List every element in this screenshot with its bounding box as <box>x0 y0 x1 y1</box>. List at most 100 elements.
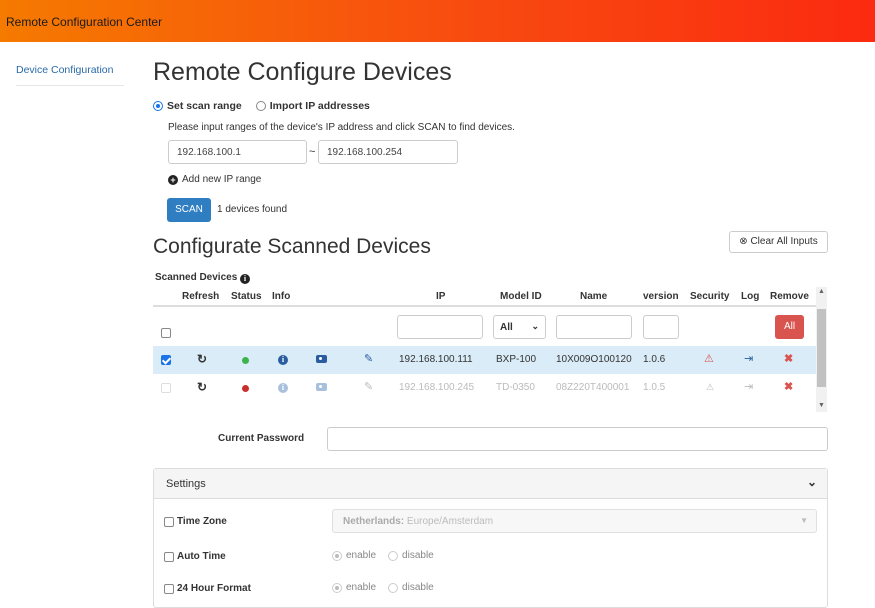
security-warning-icon[interactable]: ⚠ <box>706 382 714 393</box>
select-all-checkbox[interactable] <box>161 328 171 338</box>
time-zone-row: Time Zone <box>164 516 227 527</box>
info-circle-icon[interactable]: i <box>278 354 288 365</box>
col-security: Security <box>690 291 730 302</box>
hour24-label: 24 Hour Format <box>177 583 251 594</box>
scroll-down-arrow-icon[interactable]: ▼ <box>818 402 825 409</box>
time-zone-checkbox[interactable] <box>164 516 174 527</box>
devices-found-text: 1 devices found <box>217 204 288 215</box>
log-icon[interactable]: ⇥ <box>744 380 753 393</box>
row-checkbox[interactable] <box>161 383 171 393</box>
table-row[interactable]: ↻ i ✎ 192.168.100.245 TD-0350 08Z220T400… <box>153 374 816 402</box>
edit-icon[interactable]: ✎ <box>364 380 373 393</box>
radio-set-scan-range[interactable] <box>153 101 163 111</box>
model-filter-value: All <box>500 322 513 333</box>
chevron-down-icon: ▼ <box>800 516 808 525</box>
hour24-enable-label: enable <box>346 582 377 593</box>
col-model-id: Model ID <box>500 291 542 302</box>
auto-time-row: Auto Time <box>164 551 226 562</box>
table-row[interactable]: ↻ i ✎ 192.168.100.111 BXP-100 10X009O100… <box>153 346 816 374</box>
sidebar-item-device-configuration[interactable]: Device Configuration <box>16 64 124 86</box>
scroll-up-arrow-icon[interactable]: ▲ <box>818 288 825 295</box>
settings-panel-header[interactable]: Settings ⌄ <box>154 469 827 499</box>
time-zone-value: Europe/Amsterdam <box>406 516 494 527</box>
auto-time-label: Auto Time <box>177 551 226 562</box>
auto-time-checkbox[interactable] <box>164 551 174 562</box>
row-model: BXP-100 <box>496 354 537 365</box>
row-name: 08Z220T400001 <box>556 382 630 393</box>
x-circle-icon: ⊗ <box>739 236 748 247</box>
page-title: Remote Configure Devices <box>153 58 452 86</box>
scanned-devices-label: Scanned Devices i <box>155 272 251 284</box>
camera-icon[interactable] <box>316 355 327 366</box>
scrollbar-thumb[interactable] <box>817 309 826 387</box>
name-filter-input[interactable] <box>556 315 632 339</box>
row-version: 1.0.5 <box>643 382 666 393</box>
app-title: Remote Configuration Center <box>6 15 163 29</box>
radio-label-set-scan-range[interactable]: Set scan range <box>167 100 242 112</box>
radio-import-ip[interactable] <box>255 101 266 111</box>
current-password-label: Current Password <box>218 433 305 444</box>
add-ip-range-link[interactable]: + Add new IP range <box>168 174 261 185</box>
status-dot <box>242 384 249 395</box>
remove-icon[interactable]: ✖ <box>784 352 793 365</box>
remove-icon[interactable]: ✖ <box>784 380 793 393</box>
chevron-down-icon[interactable]: ⌄ <box>807 475 817 489</box>
row-model: TD-0350 <box>496 382 535 393</box>
ip-range-start-input[interactable]: 192.168.100.1 <box>168 140 307 164</box>
clear-all-inputs-label: Clear All Inputs <box>750 236 818 247</box>
auto-time-enable-label: enable <box>346 550 377 561</box>
plus-circle-icon: + <box>168 174 178 185</box>
hour24-checkbox[interactable] <box>164 583 174 594</box>
refresh-icon[interactable]: ↻ <box>197 352 207 366</box>
time-zone-label: Time Zone <box>177 516 227 527</box>
current-password-input[interactable] <box>327 427 828 451</box>
log-icon[interactable]: ⇥ <box>744 352 753 365</box>
security-warning-icon[interactable]: ⚠ <box>704 352 714 365</box>
remove-all-button[interactable]: All <box>775 315 804 339</box>
model-filter-select[interactable]: All ⌄ <box>493 315 546 339</box>
info-circle-icon[interactable]: i <box>278 382 288 393</box>
col-remove: Remove <box>770 291 809 302</box>
status-dot <box>242 356 249 367</box>
chevron-down-icon: ⌄ <box>531 321 539 331</box>
row-version: 1.0.6 <box>643 354 666 365</box>
hour24-enable-radio[interactable] <box>332 582 342 593</box>
sidebar: Device Configuration <box>0 42 140 603</box>
hour24-disable-radio[interactable] <box>388 582 399 593</box>
auto-time-disable-label: disable <box>402 550 434 561</box>
add-ip-range-label: Add new IP range <box>182 174 262 185</box>
refresh-icon[interactable]: ↻ <box>197 380 207 394</box>
scan-button[interactable]: SCAN <box>167 198 211 222</box>
table-scrollbar[interactable]: ▲ ▼ <box>816 287 827 412</box>
row-checkbox[interactable] <box>161 355 171 365</box>
edit-icon[interactable]: ✎ <box>364 352 373 365</box>
col-log: Log <box>741 291 760 302</box>
hour24-options: enable disable <box>332 582 434 593</box>
hour24-disable-label: disable <box>402 582 434 593</box>
filter-row: All ⌄ All <box>153 309 816 346</box>
camera-icon[interactable] <box>316 383 327 394</box>
table-header: Refresh Status Info IP Model ID Name ver… <box>153 287 816 307</box>
col-name: Name <box>580 291 608 302</box>
hour24-row: 24 Hour Format <box>164 583 251 594</box>
range-separator: ~ <box>309 146 316 158</box>
col-version: version <box>643 291 679 302</box>
row-name: 10X009O100120 <box>556 354 632 365</box>
col-ip: IP <box>436 291 446 302</box>
ip-range-end-input[interactable]: 192.168.100.254 <box>318 140 458 164</box>
row-ip: 192.168.100.111 <box>399 354 473 365</box>
ip-filter-input[interactable] <box>397 315 483 339</box>
radio-label-import-ip[interactable]: Import IP addresses <box>270 100 370 112</box>
auto-time-enable-radio[interactable] <box>332 550 342 561</box>
scan-mode-options: Set scan range Import IP addresses <box>153 100 370 112</box>
info-icon: i <box>240 274 251 284</box>
clear-all-inputs-button[interactable]: ⊗ Clear All Inputs <box>729 231 828 253</box>
scanned-devices-text: Scanned Devices <box>155 272 238 283</box>
version-filter-input[interactable] <box>643 315 679 339</box>
col-info: Info <box>272 291 291 302</box>
auto-time-disable-radio[interactable] <box>388 550 399 561</box>
settings-title: Settings <box>166 478 206 490</box>
col-status: Status <box>231 291 262 302</box>
col-refresh: Refresh <box>182 291 220 302</box>
time-zone-select[interactable]: Netherlands: Europe/Amsterdam ▼ <box>332 509 817 533</box>
